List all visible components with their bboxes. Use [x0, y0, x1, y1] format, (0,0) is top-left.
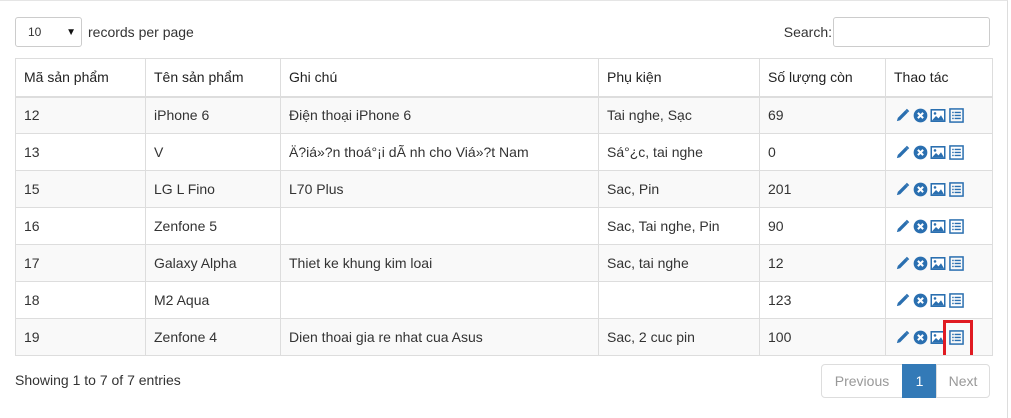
pencil-icon[interactable] — [894, 144, 910, 160]
remove-circle-icon[interactable] — [912, 218, 928, 234]
picture-icon[interactable] — [930, 181, 946, 197]
picture-icon[interactable] — [930, 329, 946, 345]
accessory-cell — [598, 281, 760, 319]
column-header[interactable]: Phụ kiện — [598, 58, 760, 98]
picture-icon[interactable] — [930, 144, 946, 160]
product-id-cell: 18 — [15, 281, 146, 319]
product-name-cell: Zenfone 5 — [145, 207, 281, 245]
table-header-row: Mã sản phẩm Tên sản phẩm Ghi chú Phụ kiệ… — [15, 58, 993, 98]
note-cell: Ä?iá»?n thoá°¡i dÃ nh cho Viá»?t Nam — [280, 133, 599, 171]
pagination: Previous 1 Next — [821, 364, 990, 398]
accessory-cell: Sac, 2 cuc pin — [598, 318, 760, 356]
actions-cell — [885, 244, 993, 282]
table-row: 15 LG L Fino L70 Plus Sac, Pin 201 — [15, 170, 993, 208]
product-name-cell: M2 Aqua — [145, 281, 281, 319]
remove-circle-icon[interactable] — [912, 292, 928, 308]
stock-cell: 69 — [759, 96, 886, 134]
accessory-cell: Sá°¿c, tai nghe — [598, 133, 760, 171]
accessory-cell: Sac, tai nghe — [598, 244, 760, 282]
actions-cell — [885, 133, 993, 171]
product-id-cell: 13 — [15, 133, 146, 171]
pencil-icon[interactable] — [894, 218, 910, 234]
product-name-cell: LG L Fino — [145, 170, 281, 208]
length-menu: 10 ▼ records per page — [15, 17, 194, 47]
products-table: Mã sản phẩm Tên sản phẩm Ghi chú Phụ kiệ… — [15, 58, 993, 356]
records-per-page-select[interactable]: 10 ▼ — [15, 17, 82, 47]
pencil-icon[interactable] — [894, 107, 910, 123]
caret-down-icon: ▼ — [66, 27, 76, 38]
list-alt-icon[interactable] — [943, 320, 973, 355]
note-cell: L70 Plus — [280, 170, 599, 208]
product-name-cell: Zenfone 4 — [145, 318, 281, 356]
select-value: 10 — [28, 25, 42, 39]
product-id-cell: 15 — [15, 170, 146, 208]
table-row: 18 M2 Aqua 123 — [15, 281, 993, 319]
product-id-cell: 17 — [15, 244, 146, 282]
remove-circle-icon[interactable] — [912, 255, 928, 271]
next-page-button[interactable]: Next — [936, 364, 990, 398]
picture-icon[interactable] — [930, 107, 946, 123]
remove-circle-icon[interactable] — [912, 144, 928, 160]
note-cell: Điện thoại iPhone 6 — [280, 96, 599, 134]
stock-cell: 123 — [759, 281, 886, 319]
stock-cell: 0 — [759, 133, 886, 171]
stock-cell: 201 — [759, 170, 886, 208]
product-id-cell: 19 — [15, 318, 146, 356]
table-info: Showing 1 to 7 of 7 entries — [15, 372, 181, 388]
accessory-cell: Sac, Pin — [598, 170, 760, 208]
column-header[interactable]: Tên sản phẩm — [145, 58, 281, 98]
actions-cell — [885, 96, 993, 134]
list-alt-icon[interactable] — [948, 292, 964, 308]
column-header[interactable]: Số lượng còn — [759, 58, 886, 98]
product-id-cell: 16 — [15, 207, 146, 245]
search-filter: Search: — [784, 17, 990, 47]
table-row: 19 Zenfone 4 Dien thoai gia re nhat cua As… — [15, 318, 993, 356]
actions-cell — [885, 170, 993, 208]
product-name-cell: iPhone 6 — [145, 96, 281, 134]
list-alt-icon[interactable] — [948, 107, 964, 123]
stock-cell: 100 — [759, 318, 886, 356]
note-cell: Thiet ke khung kim loai — [280, 244, 599, 282]
search-label: Search: — [783, 24, 832, 40]
table-row: 17 Galaxy Alpha Thiet ke khung kim loai Sac… — [15, 244, 993, 282]
pencil-icon[interactable] — [894, 292, 910, 308]
column-header: Thao tác — [885, 58, 993, 98]
pencil-icon[interactable] — [894, 329, 910, 345]
list-alt-icon[interactable] — [948, 144, 964, 160]
actions-cell — [885, 281, 993, 319]
note-cell: Dien thoai gia re nhat cua Asus — [280, 318, 599, 356]
note-cell — [280, 207, 599, 245]
previous-page-button[interactable]: Previous — [821, 364, 903, 398]
search-input[interactable] — [833, 17, 990, 47]
actions-cell — [885, 207, 993, 245]
column-header[interactable]: Ghi chú — [280, 58, 599, 98]
remove-circle-icon[interactable] — [912, 181, 928, 197]
accessory-cell: Sac, Tai nghe, Pin — [598, 207, 760, 245]
table-row: 12 iPhone 6 Điện thoại iPhone 6 Tai nghe, S… — [15, 96, 993, 134]
picture-icon[interactable] — [930, 218, 946, 234]
table-row: 16 Zenfone 5 Sac, Tai nghe, Pin 90 — [15, 207, 993, 245]
column-header[interactable]: Mã sản phẩm — [15, 58, 146, 98]
product-name-cell: Galaxy Alpha — [145, 244, 281, 282]
list-alt-icon[interactable] — [948, 181, 964, 197]
product-id-cell: 12 — [15, 96, 146, 134]
picture-icon[interactable] — [930, 255, 946, 271]
table-panel: 10 ▼ records per page Search: Mã sản phẩ… — [0, 0, 1008, 418]
product-name-cell: V — [145, 133, 281, 171]
list-alt-icon[interactable] — [948, 218, 964, 234]
page-1-button[interactable]: 1 — [902, 364, 937, 398]
accessory-cell: Tai nghe, Sạc — [598, 96, 760, 134]
note-cell — [280, 281, 599, 319]
pencil-icon[interactable] — [894, 181, 910, 197]
stock-cell: 90 — [759, 207, 886, 245]
remove-circle-icon[interactable] — [912, 329, 928, 345]
table-row: 13 V Ä?iá»?n thoá°¡i dÃ nh cho Viá»?t Nam S… — [15, 133, 993, 171]
actions-cell — [885, 318, 993, 356]
picture-icon[interactable] — [930, 292, 946, 308]
stock-cell: 12 — [759, 244, 886, 282]
remove-circle-icon[interactable] — [912, 107, 928, 123]
list-alt-icon[interactable] — [948, 255, 964, 271]
records-per-page-label: records per page — [88, 24, 194, 40]
pencil-icon[interactable] — [894, 255, 910, 271]
